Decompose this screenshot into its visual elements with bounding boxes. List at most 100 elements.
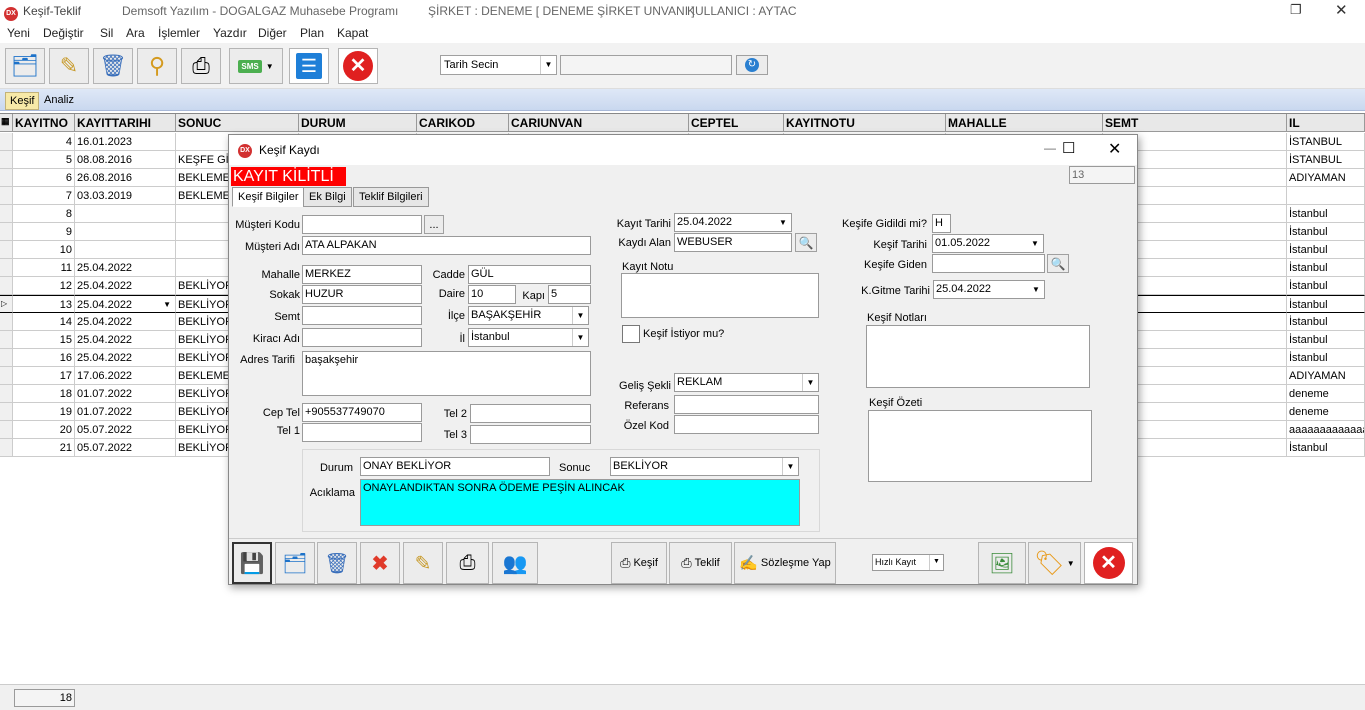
menu-plan[interactable]: Plan: [300, 26, 324, 40]
cell-kayitno[interactable]: 13: [13, 295, 75, 313]
musteri-lookup-button[interactable]: ...: [424, 215, 444, 234]
date-value-input[interactable]: [560, 55, 732, 75]
cell-il[interactable]: İstanbul: [1287, 241, 1365, 259]
cell-kayittarihi[interactable]: [75, 241, 176, 259]
row-indicator[interactable]: [0, 403, 13, 421]
delete-button[interactable]: 🗑: [93, 48, 133, 84]
cell-kayitno[interactable]: 20: [13, 421, 75, 439]
cell-kayitno[interactable]: 19: [13, 403, 75, 421]
cell-kayittarihi[interactable]: 25.04.2022 ▼: [75, 295, 176, 313]
cell-il[interactable]: deneme: [1287, 403, 1365, 421]
sonuc-select[interactable]: BEKLİYOR ▼: [610, 457, 799, 476]
ozel-kod-input[interactable]: [674, 415, 819, 434]
tel3-input[interactable]: [470, 425, 591, 444]
cadde-input[interactable]: GÜL: [468, 265, 591, 284]
cell-kayittarihi[interactable]: 25.04.2022: [75, 259, 176, 277]
cell-kayitno[interactable]: 8: [13, 205, 75, 223]
cell-kayittarihi[interactable]: 17.06.2022: [75, 367, 176, 385]
cell-il[interactable]: ADIYAMAN: [1287, 169, 1365, 187]
col-header-cariunvan[interactable]: CARIUNVAN: [509, 114, 689, 132]
cell-kayitno[interactable]: 16: [13, 349, 75, 367]
new-record-button[interactable]: 🗂: [5, 48, 45, 84]
sms-button[interactable]: SMS ▼: [229, 48, 283, 84]
musteri-adi-input[interactable]: ATA ALPAKAN: [302, 236, 591, 255]
kiraci-adi-input[interactable]: [302, 328, 422, 347]
date-filter-select[interactable]: Tarih Secin ▼: [440, 55, 557, 75]
menu-yazdir[interactable]: Yazdır: [213, 26, 247, 40]
cell-kayitno[interactable]: 14: [13, 313, 75, 331]
row-indicator[interactable]: [0, 133, 13, 151]
row-indicator[interactable]: [0, 151, 13, 169]
print-kesif-button[interactable]: ⎙ Keşif: [611, 542, 667, 584]
kesif-tarihi-select[interactable]: 01.05.2022 ▼: [932, 234, 1044, 253]
grid-corner[interactable]: ▦: [0, 114, 13, 132]
cell-kayitno[interactable]: 9: [13, 223, 75, 241]
cell-kayittarihi[interactable]: 25.04.2022: [75, 277, 176, 295]
cell-il[interactable]: deneme: [1287, 385, 1365, 403]
kapi-input[interactable]: 5: [548, 285, 591, 304]
aciklama-textarea[interactable]: ONAYLANDIKTAN SONRA ÖDEME PEŞİN ALINCAK: [360, 479, 800, 526]
cell-kayittarihi[interactable]: 08.08.2016: [75, 151, 176, 169]
row-indicator[interactable]: [0, 331, 13, 349]
tab-analiz[interactable]: Analiz: [40, 92, 78, 110]
cell-kayittarihi[interactable]: 16.01.2023: [75, 133, 176, 151]
row-indicator[interactable]: [0, 421, 13, 439]
kesife-giden-search-button[interactable]: 🔍: [1047, 254, 1069, 273]
edit-button[interactable]: ✎: [49, 48, 89, 84]
cell-kayitno[interactable]: 18: [13, 385, 75, 403]
cell-il[interactable]: İstanbul: [1287, 313, 1365, 331]
row-indicator[interactable]: [0, 259, 13, 277]
add-image-button[interactable]: 🖼: [978, 542, 1026, 584]
cell-il[interactable]: İstanbul: [1287, 349, 1365, 367]
cell-kayitno[interactable]: 17: [13, 367, 75, 385]
menu-yeni[interactable]: Yeni: [7, 26, 30, 40]
gelis-sekli-select[interactable]: REKLAM ▼: [674, 373, 819, 392]
row-indicator[interactable]: [0, 223, 13, 241]
kesif-notlari-textarea[interactable]: [866, 325, 1090, 388]
dialog-close-icon[interactable]: ✕: [1108, 139, 1121, 159]
dialog-edit-button[interactable]: ✎: [403, 542, 443, 584]
dialog-close-button[interactable]: ✕: [1084, 542, 1133, 584]
kesif-ozeti-textarea[interactable]: [868, 410, 1092, 482]
ilce-select[interactable]: BAŞAKŞEHİR ▼: [468, 306, 589, 325]
tab-kesif[interactable]: Keşif: [5, 92, 40, 110]
cell-kayittarihi[interactable]: 03.03.2019: [75, 187, 176, 205]
kesif-istiyor-checkbox[interactable]: [622, 325, 640, 343]
tag-button[interactable]: 🏷 ▼: [1028, 542, 1081, 584]
row-indicator[interactable]: [0, 349, 13, 367]
cell-il[interactable]: İstanbul: [1287, 295, 1365, 313]
close-icon[interactable]: ✕: [1335, 1, 1348, 19]
cell-il[interactable]: ADIYAMAN: [1287, 367, 1365, 385]
tab-teklif-bilgileri[interactable]: Teklif Bilgileri: [353, 187, 429, 207]
durum-input[interactable]: ONAY BEKLİYOR: [360, 457, 550, 476]
cell-kayitno[interactable]: 21: [13, 439, 75, 457]
print-button[interactable]: ⎙: [181, 48, 221, 84]
col-header-il[interactable]: IL: [1287, 114, 1365, 132]
row-indicator[interactable]: [0, 169, 13, 187]
kaydi-alan-search-button[interactable]: 🔍: [795, 233, 817, 252]
col-header-kayittarihi[interactable]: KAYITTARIHI: [75, 114, 176, 132]
hizli-kayit-select[interactable]: Hızlı Kayıt ▼: [872, 554, 944, 571]
cell-kayitno[interactable]: 10: [13, 241, 75, 259]
dialog-delete-button[interactable]: 🗑: [317, 542, 357, 584]
menu-diger[interactable]: Diğer: [258, 26, 287, 40]
cell-kayittarihi[interactable]: 01.07.2022: [75, 403, 176, 421]
cell-kayittarihi[interactable]: 05.07.2022: [75, 421, 176, 439]
cell-il[interactable]: İstanbul: [1287, 277, 1365, 295]
cell-kayittarihi[interactable]: [75, 223, 176, 241]
tab-kesif-bilgiler[interactable]: Keşif Bilgiler: [232, 187, 305, 207]
col-header-ceptel[interactable]: CEPTEL: [689, 114, 784, 132]
cell-il[interactable]: İstanbul: [1287, 439, 1365, 457]
kayit-notu-textarea[interactable]: [621, 273, 819, 318]
menu-ara[interactable]: Ara: [126, 26, 145, 40]
col-header-kayitno[interactable]: KAYITNO: [13, 114, 75, 132]
semt-input[interactable]: [302, 306, 422, 325]
menu-kapat[interactable]: Kapat: [337, 26, 368, 40]
menu-islemler[interactable]: İşlemler: [158, 26, 200, 40]
minimize-icon[interactable]: —: [1044, 141, 1056, 155]
row-indicator[interactable]: [0, 385, 13, 403]
cell-kayitno[interactable]: 12: [13, 277, 75, 295]
cell-kayittarihi[interactable]: 25.04.2022: [75, 349, 176, 367]
col-header-carikod[interactable]: CARIKOD: [417, 114, 509, 132]
cell-kayittarihi[interactable]: [75, 205, 176, 223]
